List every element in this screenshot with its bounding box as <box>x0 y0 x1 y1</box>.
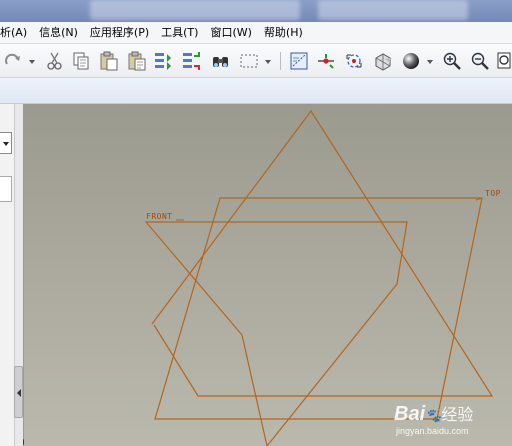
shading-dropdown-icon[interactable] <box>426 56 434 64</box>
graphics-window[interactable]: FRONT TOP <box>24 104 512 446</box>
top-plane-label[interactable]: TOP <box>485 189 501 198</box>
zoom-in-icon[interactable] <box>441 50 463 72</box>
menu-help[interactable]: 帮助(H) <box>258 23 309 43</box>
select-box-dropdown-icon[interactable] <box>264 56 272 64</box>
menu-bar: 析(A) 信息(N) 应用程序(P) 工具(T) 窗口(W) 帮助(H) <box>0 22 512 44</box>
menu-applications[interactable]: 应用程序(P) <box>84 23 155 43</box>
paste-special-icon[interactable] <box>126 50 148 72</box>
watermark-brand: Bai🐾经验 <box>394 403 474 425</box>
menu-window[interactable]: 窗口(W) <box>204 23 257 43</box>
model-tree-search-field[interactable] <box>0 176 12 202</box>
datum-plane-top[interactable] <box>154 197 483 420</box>
model-display-icon[interactable] <box>372 50 394 72</box>
datum-display-icon[interactable] <box>315 50 337 72</box>
model-tree-panel <box>0 104 27 446</box>
redo-dropdown-icon[interactable] <box>28 56 36 64</box>
datum-plane-triangle[interactable] <box>151 109 494 397</box>
front-plane-label[interactable]: FRONT <box>146 212 173 221</box>
menu-analysis[interactable]: 析(A) <box>0 23 33 43</box>
copy-icon[interactable] <box>70 50 92 72</box>
shading-icon[interactable] <box>400 50 422 72</box>
regenerate-manager-icon[interactable] <box>180 50 202 72</box>
chevron-down-icon <box>3 142 9 146</box>
title-bar-blur-2 <box>318 0 468 20</box>
find-icon[interactable] <box>210 50 232 72</box>
collapse-arrow-icon[interactable] <box>15 388 23 398</box>
paste-icon[interactable] <box>98 50 120 72</box>
secondary-toolbar-strip <box>0 78 512 104</box>
spin-center-icon[interactable] <box>343 50 365 72</box>
toolbar <box>0 44 512 78</box>
cut-icon[interactable] <box>44 50 66 72</box>
datum-planes-canvas <box>144 109 494 446</box>
title-bar-blur <box>90 0 300 20</box>
view-manager-icon[interactable] <box>288 50 310 72</box>
toolbar-separator <box>280 52 281 70</box>
baidu-watermark: Bai🐾经验 jingyan.baidu.com <box>390 398 512 444</box>
redo-icon[interactable] <box>2 50 24 72</box>
menu-info[interactable]: 信息(N) <box>33 23 84 43</box>
watermark-url: jingyan.baidu.com <box>396 426 469 436</box>
refit-icon[interactable] <box>496 50 512 72</box>
menu-tools[interactable]: 工具(T) <box>155 23 204 43</box>
regenerate-icon[interactable] <box>152 50 174 72</box>
model-tree-dropdown[interactable] <box>0 132 12 154</box>
zoom-out-icon[interactable] <box>469 50 491 72</box>
datum-plane-triangle-base[interactable] <box>153 324 406 397</box>
datum-plane-front[interactable] <box>144 221 408 446</box>
title-bar <box>0 0 512 22</box>
select-box-icon[interactable] <box>238 50 260 72</box>
